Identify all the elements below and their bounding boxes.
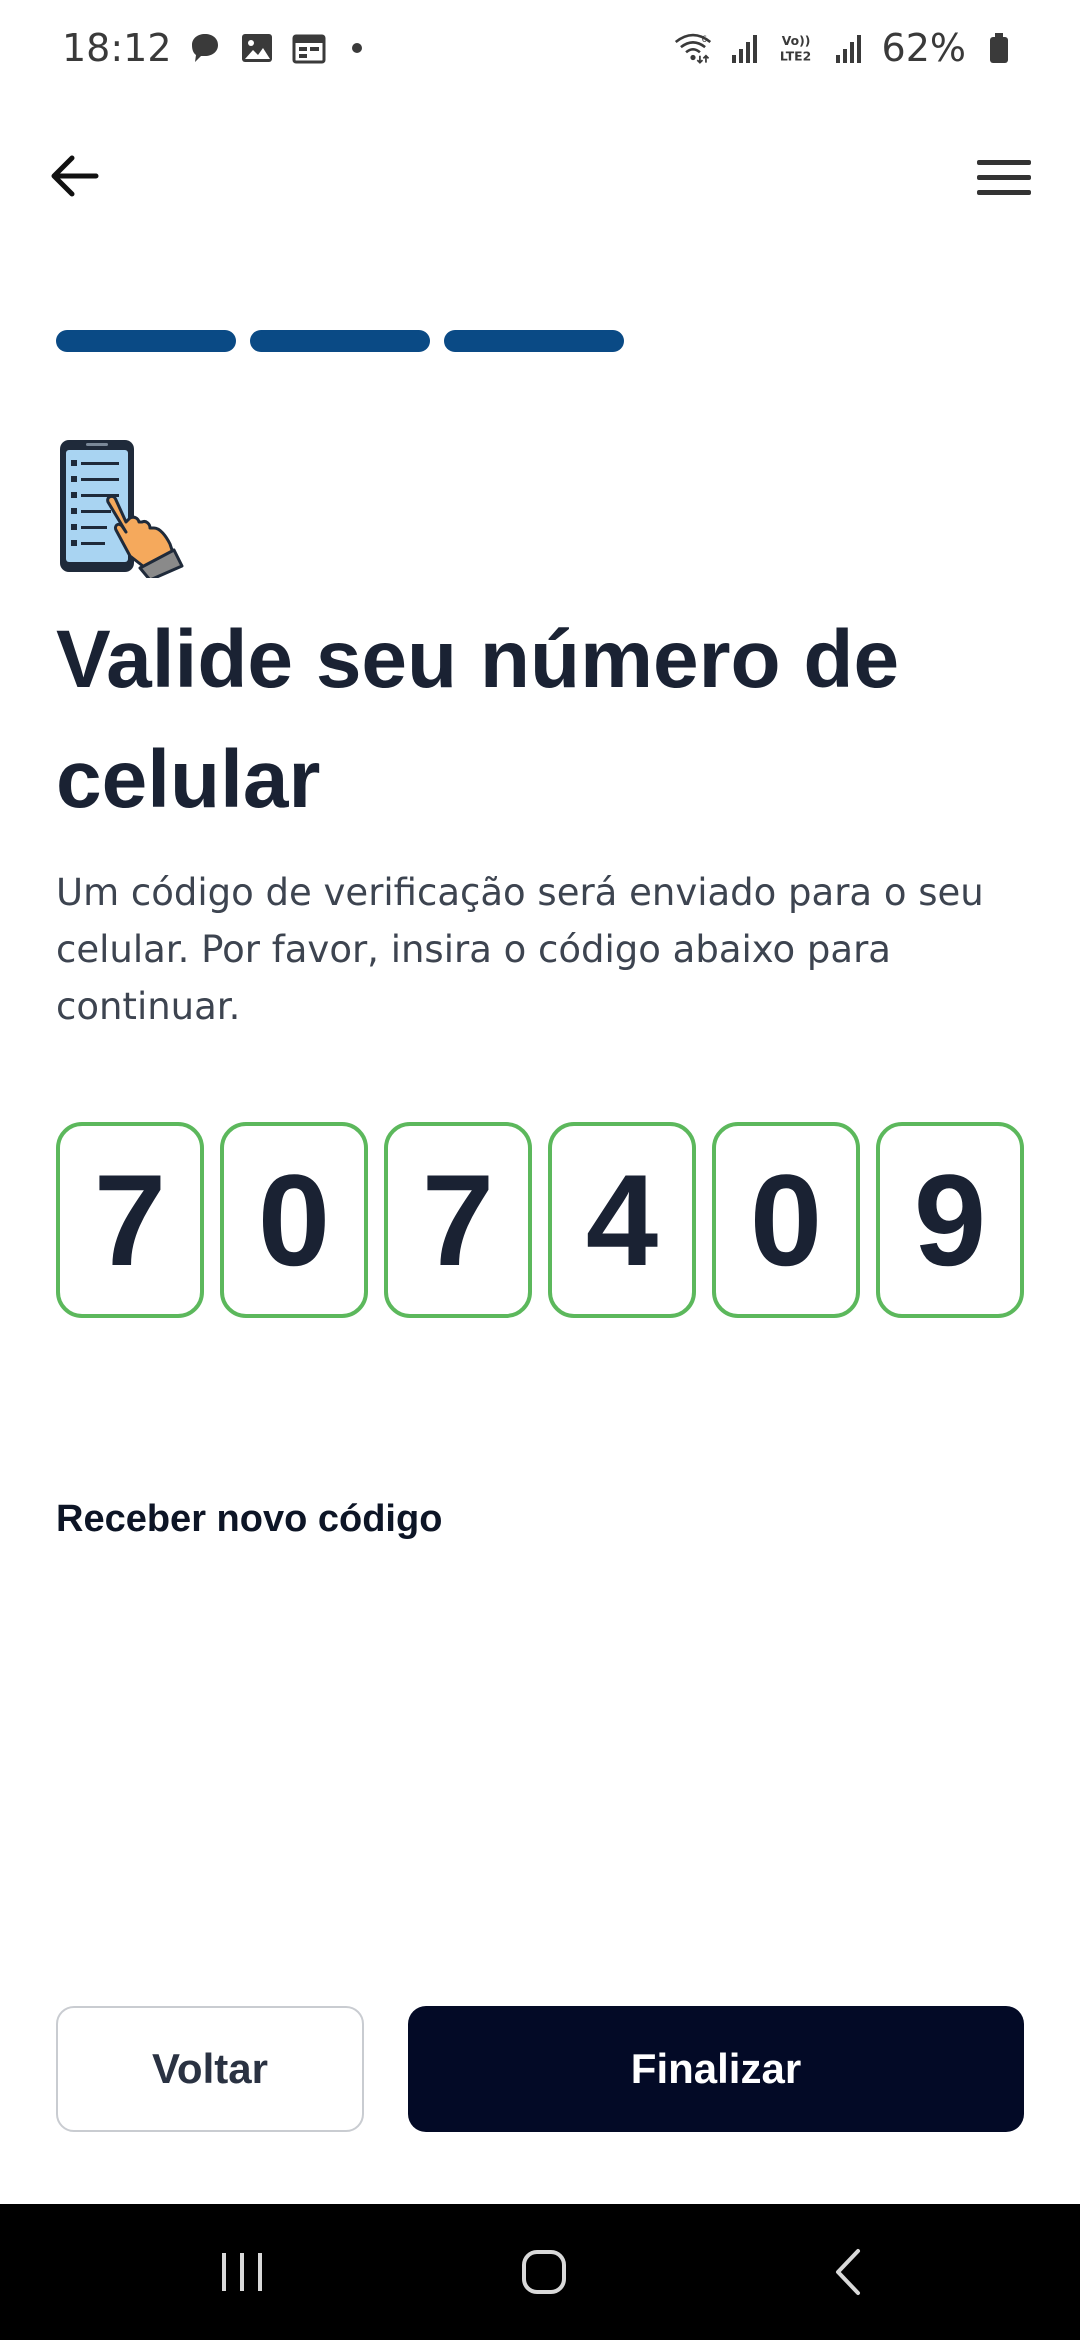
status-time: 18:12 [62,26,172,70]
page-title: Valide seu número de celular [56,614,900,825]
verification-code-input: 7 0 7 4 0 9 [56,1122,1024,1318]
finalizar-button[interactable]: Finalizar [408,2006,1024,2132]
svg-text:LTE2: LTE2 [779,49,810,63]
status-left: 18:12 [62,26,362,70]
hamburger-menu-icon [977,160,1031,195]
back-button[interactable] [44,146,104,206]
phone-tap-icon [56,438,190,582]
menu-button[interactable] [972,146,1036,210]
back-nav-button[interactable] [788,2204,908,2340]
image-icon [238,29,276,67]
signal-icon [726,29,764,67]
code-digit-1[interactable]: 7 [56,1122,204,1318]
progress-step-2 [250,330,430,352]
recents-icon [222,2253,262,2291]
voltar-button[interactable]: Voltar [56,2006,364,2132]
code-digit-3[interactable]: 7 [384,1122,532,1318]
battery-percentage: 62% [881,26,966,70]
system-navigation-bar [0,2204,1080,2340]
code-digit-2[interactable]: 0 [220,1122,368,1318]
svg-text:6: 6 [701,35,707,45]
volte-icon: Vo)) LTE2 [778,29,816,67]
code-digit-6[interactable]: 9 [876,1122,1024,1318]
home-icon [522,2250,566,2294]
arrow-left-icon [51,155,99,197]
home-button[interactable] [484,2204,604,2340]
resend-code-link[interactable]: Receber novo código [56,1498,442,1541]
page-description: Um código de verificação será enviado pa… [56,871,984,1028]
recents-button[interactable] [182,2204,302,2340]
notification-dot [351,43,362,53]
message-icon [186,29,224,67]
battery-icon [980,29,1018,67]
code-digit-4[interactable]: 4 [548,1122,696,1318]
status-right: 6 Vo)) LTE2 62% [674,26,1018,70]
status-bar: 18:12 6 Vo)) LTE2 62% [0,0,1080,96]
signal-icon-2 [830,29,868,67]
code-digit-5[interactable]: 0 [712,1122,860,1318]
wifi-icon: 6 [674,29,712,67]
progress-step-1 [56,330,236,352]
calendar-icon [290,29,328,67]
back-nav-icon [836,2249,860,2295]
progress-steps [56,330,624,352]
progress-step-3 [444,330,624,352]
svg-text:Vo)): Vo)) [781,34,810,48]
